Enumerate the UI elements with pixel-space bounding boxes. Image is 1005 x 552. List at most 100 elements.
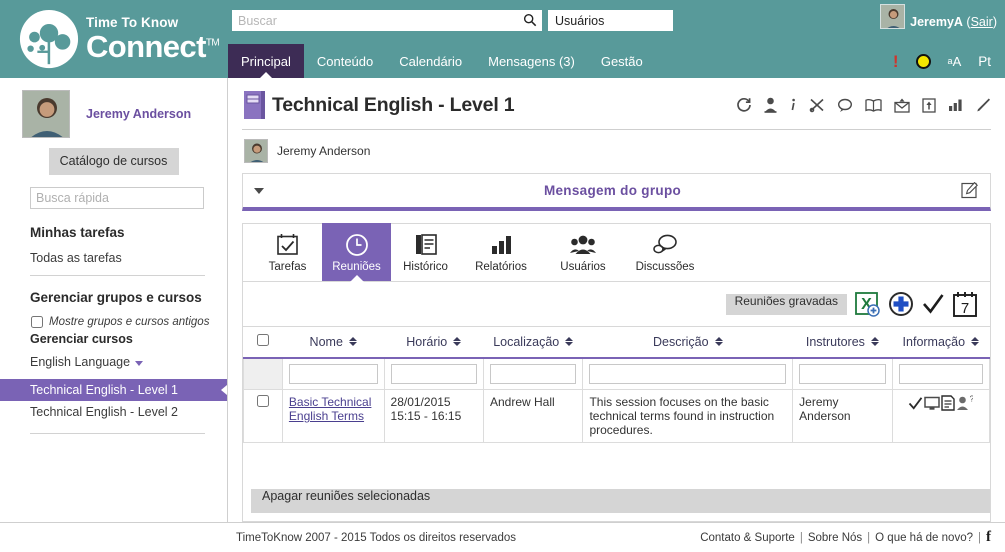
col-descricao[interactable]: Descrição [582,327,793,359]
table-header-row: Nome Horário Localização Descrição Instr… [243,327,990,359]
main-content: Technical English - Level 1 Jeremy Ander… [228,78,1005,522]
tools-icon[interactable] [809,97,825,113]
info-icon[interactable] [789,97,797,113]
tab-historico[interactable]: Histórico [391,223,460,281]
page-toolbar [736,97,991,113]
sidebar-item-technical-english-level-2[interactable]: Technical English - Level 2 [0,401,227,423]
nav-tab-gestao[interactable]: Gestão [588,44,656,78]
tab-tarefas[interactable]: Tarefas [253,223,322,281]
search-input[interactable] [236,12,521,29]
edit-note-icon[interactable] [961,182,978,199]
chat-icon[interactable] [837,98,853,113]
table-row[interactable]: Basic Technical English Terms 28/01/2015… [243,389,991,443]
sidebar-group-english-language[interactable]: English Language [0,355,227,369]
meeting-name-link[interactable]: Basic Technical English Terms [289,395,372,423]
quick-search-input[interactable] [30,187,204,209]
col-instrutores[interactable]: Instrutores [792,327,893,359]
col-nome[interactable]: Nome [282,327,385,359]
logout-link[interactable]: Sair [971,15,993,29]
info-icon-group: ? [899,395,983,414]
footer-link-contato[interactable]: Contato & Suporte [700,532,795,544]
avatar[interactable] [880,4,906,29]
col-informacao[interactable]: Informação [892,327,990,359]
filter-localizacao-input[interactable] [489,364,577,384]
calendar-7-icon[interactable]: 7 [952,291,978,318]
user-icon[interactable] [764,97,777,113]
refresh-icon[interactable] [736,97,752,113]
person-question-icon[interactable]: ? [956,395,975,414]
filter-cell-horario [383,357,484,390]
sidebar-divider-2 [30,433,205,434]
search-icon[interactable] [523,13,537,27]
show-old-courses-row[interactable]: Mostre grupos e cursos antigos [0,316,227,328]
footer-link-novidades[interactable]: O que há de novo? [875,532,973,544]
show-old-courses-checkbox[interactable] [31,316,43,328]
col-horario[interactable]: Horário [384,327,484,359]
sidebar-item-all-tasks[interactable]: Todas as tarefas [0,251,227,265]
sort-icon[interactable] [870,337,879,346]
col-horario-label: Horário [406,334,448,349]
users-icon [570,232,596,258]
monitor-icon[interactable] [924,396,941,414]
add-circle-icon[interactable] [888,291,914,317]
check-icon[interactable] [908,396,923,414]
filter-instrutores-input[interactable] [799,364,886,384]
alert-icon[interactable]: ! [893,53,899,70]
select-all-checkbox[interactable] [256,334,269,346]
check-icon[interactable] [921,292,945,316]
group-message-bar[interactable]: Mensagem do grupo [242,173,991,211]
row-select-cell [243,389,283,443]
tab-reunioes[interactable]: Reuniões [322,223,391,282]
recorded-meetings-button[interactable]: Reuniões gravadas [725,293,847,315]
clock-icon [345,232,369,258]
mail-send-icon[interactable] [894,98,910,113]
nav-tab-mensagens[interactable]: Mensagens (3) [475,44,588,78]
sort-icon[interactable] [565,337,574,346]
excel-add-icon[interactable]: X [854,291,881,318]
export-icon[interactable] [922,97,936,113]
row-checkbox[interactable] [256,395,269,407]
filter-descricao-input[interactable] [589,364,787,384]
text-size-icon[interactable]: aA [948,54,962,69]
facebook-icon[interactable]: f [986,529,991,546]
filter-horario-input[interactable] [390,364,477,384]
chart-icon[interactable] [948,98,963,112]
col-localizacao[interactable]: Localização [483,327,583,359]
page-footer: TimeToKnow 2007 - 2015 Todos os direitos… [0,522,1005,552]
show-old-courses-label[interactable]: Mostre grupos e cursos antigos [49,316,209,328]
sort-icon[interactable] [348,337,357,346]
delete-selected-meetings-button[interactable]: Apagar reuniões selecionadas [251,489,990,513]
filter-informacao-input[interactable] [898,364,983,384]
brand-logo[interactable]: Time To Know ConnectTM [0,0,228,78]
sort-icon[interactable] [714,337,723,346]
tab-discussoes-label: Discussões [635,260,695,273]
owner-avatar[interactable] [244,139,268,163]
chat-bubbles-icon [652,232,678,258]
nav-tab-conteudo[interactable]: Conteúdo [304,44,386,78]
sort-icon[interactable] [453,337,462,346]
course-catalog-button[interactable]: Catálogo de cursos [48,148,179,175]
table-filter-row [243,357,991,390]
sidebar-item-technical-english-level-1[interactable]: Technical English - Level 1 [0,379,227,401]
sidebar-avatar-image [23,91,69,137]
language-icon[interactable]: Pt [978,54,991,69]
tab-usuarios[interactable]: Usuários [542,223,624,281]
book-icon[interactable] [865,98,882,113]
footer-link-sobre-nos[interactable]: Sobre Nós [808,532,862,544]
document-icon[interactable] [941,395,956,414]
sidebar-avatar[interactable] [22,90,70,138]
search-box[interactable] [232,10,542,31]
sidebar-user-name: Jeremy Anderson [86,107,192,121]
filter-cell-nome [281,357,385,390]
sort-icon[interactable] [971,337,980,346]
course-panel: Tarefas Reuniões Histórico Relatórios Us… [242,223,991,522]
nav-tab-calendario[interactable]: Calendário [386,44,475,78]
status-dot-icon[interactable] [915,53,931,69]
tab-relatorios[interactable]: Relatórios [460,223,542,281]
nav-tab-principal[interactable]: Principal [228,44,304,79]
search-scope-select[interactable]: Usuários [548,10,673,31]
tab-discussoes[interactable]: Discussões [624,223,706,281]
chevron-down-icon[interactable] [254,187,264,194]
filter-nome-input[interactable] [288,364,378,384]
edit-pencil-icon[interactable] [975,97,991,113]
